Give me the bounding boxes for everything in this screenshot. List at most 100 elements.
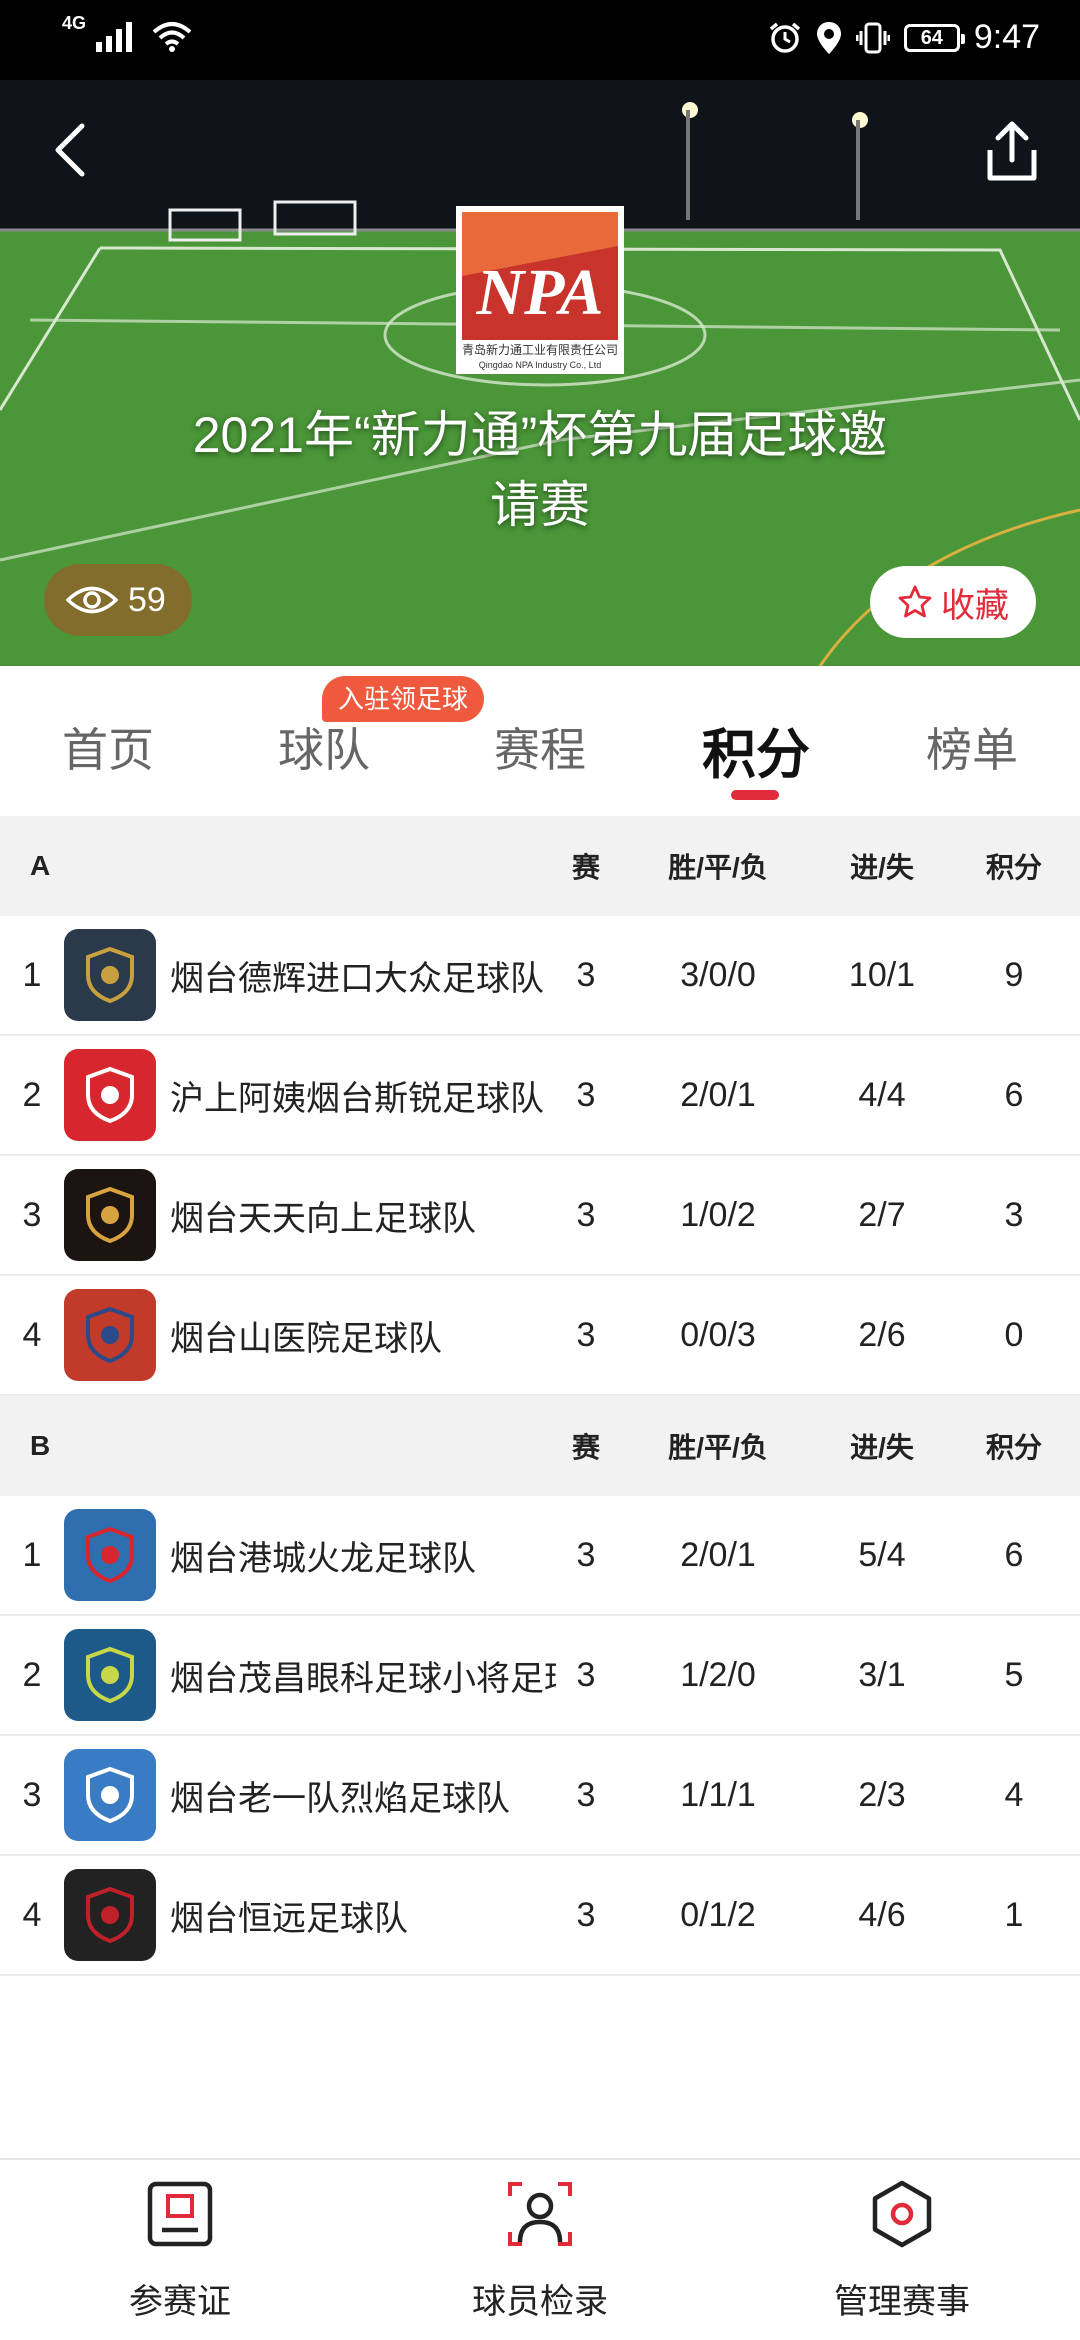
team-badge-icon (64, 1749, 156, 1841)
title-line-1: 2021年“新力通”杯第九届足球邀 (192, 407, 888, 463)
team-logo (64, 1496, 156, 1614)
win-draw-loss: 3/0/0 (680, 955, 756, 994)
nav-manage-event[interactable]: 管理赛事 (752, 2160, 1052, 2340)
group-name: A (30, 850, 51, 881)
team-badge-icon (64, 929, 156, 1021)
goals-for-against: 4/4 (858, 1075, 906, 1114)
team-badge-icon (64, 1869, 156, 1961)
col-points-header: 积分 (985, 852, 1042, 883)
tab-rankings[interactable]: 榜单 (892, 714, 1052, 780)
group-header: B 赛 胜/平/负 进/失 积分 (0, 1396, 1080, 1496)
team-badge-icon (64, 1629, 156, 1721)
star-icon (898, 585, 932, 618)
shield-icon (86, 1526, 134, 1584)
shield-icon (86, 1766, 134, 1824)
col-points-header: 积分 (985, 1432, 1042, 1463)
standings-row[interactable]: 3 烟台老一队烈焰足球队 3 1/1/1 2/3 4 (0, 1736, 1080, 1856)
tab-home[interactable]: 首页 (28, 714, 188, 780)
team-rank: 1 (22, 1535, 42, 1574)
team-badge-icon (64, 1509, 156, 1601)
nav-player-checkin-label: 球员检录 (472, 2283, 608, 2321)
team-rank: 3 (22, 1775, 42, 1814)
standings-row[interactable]: 4 烟台恒远足球队 3 0/1/2 4/6 1 (0, 1856, 1080, 1976)
standings-table: A 赛胜/平/负 进/失 积分 1 烟台德辉进口大众足球队 3 3/0/0 10/1 9 2 沪上阿姨… (0, 816, 1080, 1976)
team-name: 沪上阿姨烟台斯锐足球队 (170, 1079, 544, 1118)
goals-for-against: 5/4 (858, 1535, 906, 1574)
games-played: 3 (576, 1535, 596, 1574)
points: 3 (1004, 1195, 1024, 1234)
goals-for-against: 3/1 (858, 1655, 906, 1694)
win-draw-loss: 0/1/2 (680, 1895, 756, 1934)
shield-icon (86, 1646, 134, 1704)
points: 6 (1004, 1075, 1024, 1114)
shield-icon (86, 946, 134, 1004)
points: 9 (1004, 955, 1024, 994)
status-left: 4G (62, 13, 192, 52)
tournament-title: 2021年“新力通”杯第九届足球邀 请赛 (120, 400, 960, 540)
tab-standings[interactable]: 积分 (676, 710, 836, 789)
col-goals-header: 进/失 (850, 1432, 914, 1463)
standings-row[interactable]: 1 烟台港城火龙足球队 3 2/0/1 5/4 6 (0, 1496, 1080, 1616)
points: 0 (1004, 1315, 1024, 1354)
network-type: 4G (62, 13, 87, 33)
team-rank: 4 (22, 1315, 42, 1354)
group-name: B (30, 1430, 51, 1461)
win-draw-loss: 0/0/3 (680, 1315, 756, 1354)
status-right: 64 9:47 (768, 18, 1040, 57)
team-badge-icon (64, 1289, 156, 1381)
favorite-button[interactable]: 收藏 (870, 566, 1036, 638)
nav-manage-event-label: 管理赛事 (834, 2283, 970, 2321)
win-draw-loss: 1/2/0 (680, 1655, 756, 1694)
standings-row[interactable]: 2 烟台茂昌眼科足球小将足球队 3 1/2/0 3/1 5 (0, 1616, 1080, 1736)
location-icon (816, 21, 841, 54)
eye-icon (66, 586, 118, 614)
team-rank: 2 (22, 1075, 42, 1114)
team-name: 烟台恒远足球队 (170, 1899, 408, 1938)
status-bar: 4G 64 9:47 (0, 0, 1080, 80)
games-played: 3 (576, 1315, 596, 1354)
standings-row[interactable]: 3 烟台天天向上足球队 3 1/0/2 2/7 3 (0, 1156, 1080, 1276)
standings-row[interactable]: 4 烟台山医院足球队 3 0/0/3 2/6 0 (0, 1276, 1080, 1396)
games-played: 3 (576, 1075, 596, 1114)
team-name: 烟台茂昌眼科足球小将足球队 (170, 1659, 556, 1698)
alarm-icon (769, 22, 800, 53)
standings-row[interactable]: 1 烟台德辉进口大众足球队 3 3/0/0 10/1 9 (0, 916, 1080, 1036)
team-name: 烟台山医院足球队 (170, 1319, 442, 1358)
games-played: 3 (576, 1895, 596, 1934)
points: 1 (1004, 1895, 1024, 1934)
nav-entry-pass-label: 参赛证 (129, 2283, 231, 2321)
team-badge-icon (64, 1049, 156, 1141)
team-badge-icon (64, 1169, 156, 1261)
goals-for-against: 2/7 (858, 1195, 906, 1234)
share-icon[interactable] (984, 120, 1040, 184)
col-wdl-header: 胜/平/负 (668, 1432, 768, 1463)
view-count: 59 (44, 564, 192, 636)
win-draw-loss: 1/0/2 (680, 1195, 756, 1234)
svg-text:青岛新力通工业有限责任公司: 青岛新力通工业有限责任公司 (462, 342, 618, 357)
team-logo (64, 1156, 156, 1274)
back-arrow-icon[interactable] (50, 120, 90, 180)
goals-for-against: 4/6 (858, 1895, 906, 1934)
standings-row[interactable]: 2 沪上阿姨烟台斯锐足球队 3 2/0/1 4/4 6 (0, 1036, 1080, 1156)
wifi-icon (152, 22, 192, 52)
nav-player-checkin[interactable]: 球员检录 (390, 2160, 690, 2340)
team-logo (64, 1856, 156, 1974)
tab-schedule[interactable]: 赛程 (460, 714, 620, 780)
tab-teams[interactable]: 球队 (244, 714, 404, 780)
col-goals-header: 进/失 (850, 852, 914, 883)
goals-for-against: 2/3 (858, 1775, 906, 1814)
games-played: 3 (576, 1775, 596, 1814)
win-draw-loss: 2/0/1 (680, 1535, 756, 1574)
games-played: 3 (576, 1195, 596, 1234)
team-rank: 3 (22, 1195, 42, 1234)
shield-icon (86, 1306, 134, 1364)
col-played-header: 赛 (571, 1432, 600, 1463)
join-promo-badge[interactable]: 入驻领足球 (322, 676, 485, 722)
nav-entry-pass[interactable]: 参赛证 (30, 2160, 330, 2340)
vibrate-icon (855, 22, 890, 53)
title-line-2: 请赛 (490, 477, 590, 533)
npa-logo-icon: NPA 青岛新力通工业有限责任公司 Qingdao NPA Industry C… (462, 212, 618, 370)
team-rank: 4 (22, 1895, 42, 1934)
tournament-logo: NPA 青岛新力通工业有限责任公司 Qingdao NPA Industry C… (456, 206, 624, 374)
view-count-value: 59 (128, 580, 166, 619)
